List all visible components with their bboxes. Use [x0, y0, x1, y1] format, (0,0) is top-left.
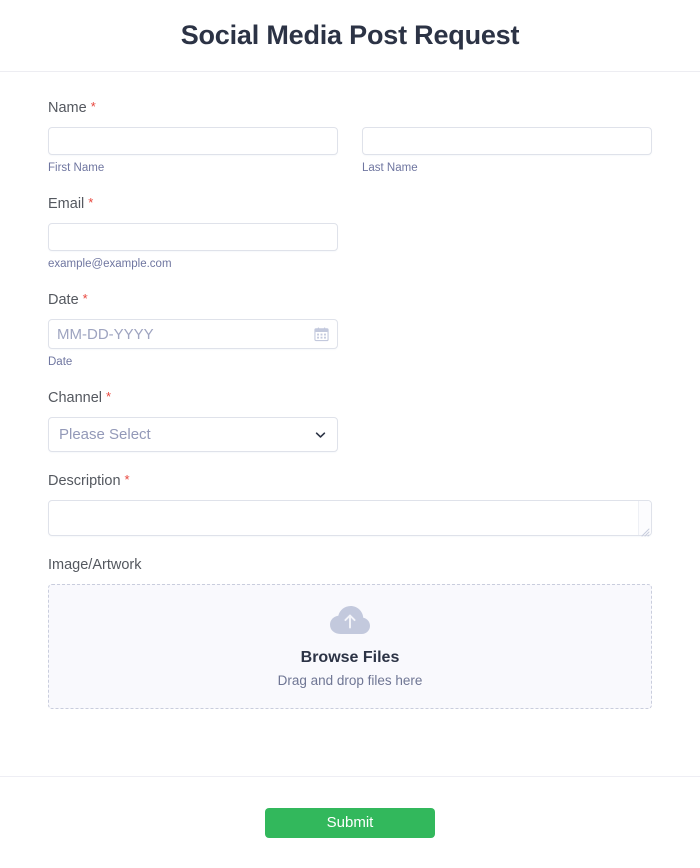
field-label-name: Name *	[48, 98, 652, 117]
form-header: Social Media Post Request	[0, 0, 700, 72]
date-input-wrapper	[48, 319, 338, 349]
field-description: Description *	[48, 471, 652, 536]
field-label-description: Description *	[48, 471, 652, 490]
date-sub-label: Date	[48, 355, 652, 369]
browse-files-label[interactable]: Browse Files	[301, 648, 400, 668]
field-email: Email * example@example.com	[48, 194, 652, 271]
form-footer: Submit	[0, 776, 700, 868]
date-input[interactable]	[48, 319, 338, 349]
label-text-channel: Channel	[48, 390, 102, 406]
name-inputs-row: First Name Last Name	[48, 127, 652, 175]
field-label-email: Email *	[48, 194, 652, 213]
last-name-sub-label: Last Name	[362, 161, 652, 175]
required-asterisk-date: *	[83, 291, 88, 306]
chevron-down-icon[interactable]	[314, 428, 327, 441]
cloud-upload-icon	[329, 604, 371, 636]
page-title: Social Media Post Request	[181, 21, 520, 51]
last-name-column: Last Name	[362, 127, 652, 175]
label-text-email: Email	[48, 196, 84, 212]
last-name-input[interactable]	[362, 127, 652, 155]
description-textarea-wrapper	[48, 500, 652, 536]
field-label-date: Date *	[48, 290, 652, 309]
field-date: Date *	[48, 290, 652, 369]
label-text-name: Name	[48, 100, 87, 116]
field-label-image-artwork: Image/Artwork	[48, 555, 652, 574]
social-media-post-request-form: Social Media Post Request Name * First Na…	[0, 0, 700, 868]
file-dropzone[interactable]: Browse Files Drag and drop files here	[48, 584, 652, 709]
label-text-date: Date	[48, 292, 79, 308]
field-label-channel: Channel *	[48, 388, 652, 407]
label-text-description: Description	[48, 473, 121, 489]
submit-button[interactable]: Submit	[265, 808, 435, 838]
description-textarea[interactable]	[48, 500, 652, 536]
channel-select[interactable]: Please Select	[48, 417, 338, 452]
label-text-image-artwork: Image/Artwork	[48, 557, 141, 573]
first-name-input[interactable]	[48, 127, 338, 155]
first-name-column: First Name	[48, 127, 338, 175]
drag-and-drop-text: Drag and drop files here	[278, 672, 423, 689]
first-name-sub-label: First Name	[48, 161, 338, 175]
email-input[interactable]	[48, 223, 338, 251]
form-body: Name * First Name Last Name Email * exampl…	[0, 72, 700, 776]
field-image-artwork: Image/Artwork Browse Files Drag and drop…	[48, 555, 652, 709]
required-asterisk-description: *	[125, 472, 130, 487]
email-sub-label: example@example.com	[48, 257, 652, 271]
channel-selected-value: Please Select	[59, 426, 151, 443]
required-asterisk-channel: *	[106, 389, 111, 404]
field-channel: Channel * Please Select	[48, 388, 652, 452]
channel-select-wrapper[interactable]: Please Select	[48, 417, 338, 452]
required-asterisk-name: *	[91, 99, 96, 114]
required-asterisk-email: *	[88, 195, 93, 210]
field-name: Name * First Name Last Name	[48, 98, 652, 175]
